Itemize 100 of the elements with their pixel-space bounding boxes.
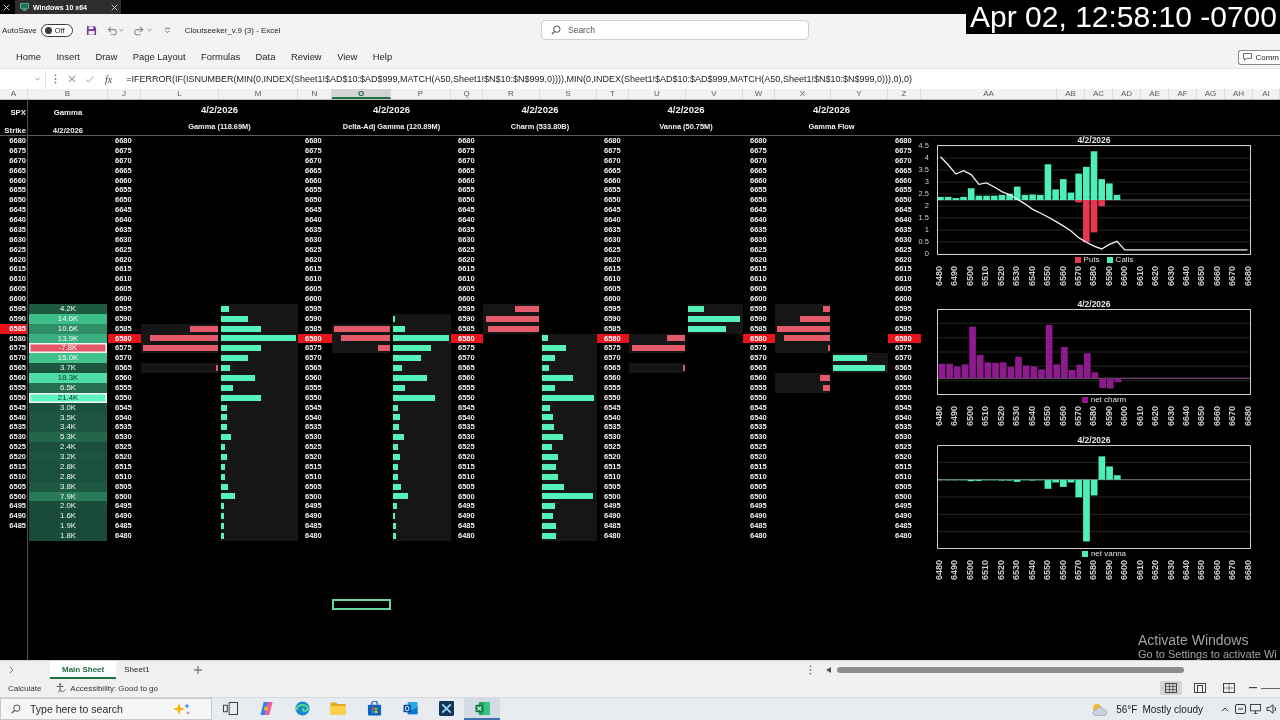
- view-button[interactable]: [1160, 681, 1182, 695]
- ribbon-tab[interactable]: Page Layout: [132, 49, 186, 65]
- triangle-left-icon[interactable]: [826, 667, 831, 673]
- speaker-icon[interactable]: [1266, 704, 1278, 714]
- axis-label: 6580: [1089, 406, 1099, 427]
- bar: [1029, 194, 1036, 200]
- column-header[interactable]: R: [483, 89, 540, 99]
- axis-label: 6630: [1166, 266, 1176, 287]
- axis-label: 6500: [965, 560, 975, 581]
- axis-label: 6520: [996, 266, 1006, 287]
- axis-label: 6570: [1073, 266, 1083, 287]
- axis-label: 6660: [1212, 266, 1222, 287]
- column-header[interactable]: L: [141, 89, 219, 99]
- search-field[interactable]: Type here to search: [0, 698, 212, 720]
- cross-icon[interactable]: [68, 75, 76, 83]
- column-header[interactable]: AA: [921, 89, 1057, 99]
- monitor-icon[interactable]: [1250, 704, 1261, 714]
- window-icon[interactable]: [1235, 704, 1246, 714]
- axis-label: 6670: [1228, 560, 1238, 581]
- close-icon[interactable]: [111, 3, 118, 11]
- axis-label: 6600: [1120, 266, 1130, 287]
- scrollbar-thumb[interactable]: [837, 667, 1184, 673]
- sheet-tab[interactable]: Main Sheet: [50, 661, 117, 679]
- axis-label: 6530: [1012, 560, 1022, 581]
- axis-label: 6650: [1197, 266, 1207, 287]
- axis-label: 6590: [1104, 406, 1114, 427]
- bar: [1083, 200, 1090, 243]
- menu-caret-icon[interactable]: [163, 26, 171, 34]
- column-header[interactable]: AI: [1253, 89, 1280, 99]
- function-button[interactable]: fx: [105, 73, 113, 85]
- plus-icon[interactable]: [193, 666, 202, 674]
- sheet-tab[interactable]: Sheet1: [116, 661, 158, 679]
- axis-label: 6590: [1104, 266, 1114, 287]
- ribbon-tab[interactable]: Help: [372, 49, 393, 65]
- formula-field[interactable]: =IFERROR(IF(ISNUMBER(MIN(0,INDEX(Sheet1!$AD$10:$AD$999,MATCH(A50,Sheet1!$N$10:$N$999,0)))),MIN(0,INDEX(Sheet1!$AD$10:$AD$999,MATCH(A50,Sheet1!$N$10:$N$999,0))),0),0): [126, 74, 912, 84]
- column-header[interactable]: AB: [1057, 89, 1085, 99]
- axis-label: 6620: [1151, 406, 1161, 427]
- axis-label: 6610: [1135, 266, 1145, 287]
- save-icon[interactable]: [85, 24, 97, 36]
- column-header[interactable]: M: [219, 89, 298, 99]
- axis-label: 6560: [1058, 406, 1068, 427]
- ribbon-tab[interactable]: Home: [16, 49, 41, 65]
- column-header[interactable]: V: [686, 89, 743, 99]
- column-header[interactable]: J: [108, 89, 141, 99]
- chevron-right-icon[interactable]: [9, 666, 14, 674]
- minus-icon[interactable]: [1249, 687, 1257, 689]
- close-icon[interactable]: [3, 3, 10, 11]
- ribbon-tab[interactable]: Data: [255, 49, 276, 65]
- column-header[interactable]: O: [332, 89, 391, 99]
- ribbon-tab[interactable]: Formulas: [201, 49, 241, 65]
- column-header[interactable]: U: [629, 89, 686, 99]
- grid-icon: [1165, 683, 1177, 693]
- ribbon-tab[interactable]: Draw: [95, 49, 118, 65]
- column-header[interactable]: AG: [1197, 89, 1225, 99]
- column-header[interactable]: AD: [1113, 89, 1141, 99]
- spreadsheet-icon: [474, 700, 490, 716]
- column-header[interactable]: AF: [1169, 89, 1197, 99]
- column-header[interactable]: B: [28, 89, 108, 99]
- redo-icon[interactable]: [133, 24, 145, 36]
- vertical-dots-icon[interactable]: [54, 74, 57, 84]
- sparkle-icon: [172, 702, 192, 716]
- ribbon-tab[interactable]: View: [337, 49, 358, 65]
- column-header[interactable]: P: [391, 89, 451, 99]
- column-header[interactable]: AC: [1085, 89, 1113, 99]
- axis-label: 6620: [1151, 266, 1161, 287]
- axis-label: 6520: [996, 406, 1006, 427]
- axis-label: 6480: [935, 406, 944, 427]
- autosave-label: AutoSave: [2, 25, 37, 35]
- undo-icon[interactable]: [105, 24, 117, 36]
- bar: [1075, 173, 1082, 200]
- column-header[interactable]: X: [775, 89, 831, 99]
- column-header[interactable]: W: [743, 89, 775, 99]
- axis-label: 6640: [1182, 560, 1191, 581]
- legend-label: Calls: [1115, 256, 1134, 264]
- column-header[interactable]: S: [540, 89, 597, 99]
- axis-label: 6540: [1027, 406, 1037, 427]
- check-icon[interactable]: [85, 75, 94, 83]
- column-header[interactable]: A: [0, 89, 28, 99]
- comments-button[interactable]: Comm: [1238, 49, 1280, 65]
- axis-label: 6490: [950, 560, 960, 581]
- column-header[interactable]: AH: [1225, 89, 1253, 99]
- accessibility-status[interactable]: Accessibility: Good to go: [70, 683, 158, 693]
- bar: [998, 194, 1006, 200]
- bar: [1098, 179, 1105, 200]
- ribbon-tab[interactable]: Review: [290, 49, 322, 65]
- chevron-up-icon[interactable]: [1221, 706, 1229, 712]
- wave-circle-icon: [294, 700, 310, 716]
- weather-condition[interactable]: Mostly cloudy: [1142, 703, 1203, 715]
- column-header[interactable]: T: [597, 89, 629, 99]
- ribbon-tab[interactable]: Insert: [56, 49, 80, 65]
- weather-temperature[interactable]: 56°F: [1116, 703, 1138, 715]
- column-header[interactable]: AE: [1141, 89, 1169, 99]
- axis-label: 6580: [1089, 560, 1099, 581]
- axis-label: 6640: [1182, 266, 1191, 287]
- vertical-dots-icon[interactable]: [809, 665, 812, 675]
- column-header[interactable]: Z: [888, 89, 921, 99]
- column-header[interactable]: Y: [831, 89, 888, 99]
- bar: [1090, 200, 1098, 233]
- column-header[interactable]: Q: [451, 89, 483, 99]
- search-field[interactable]: Search: [541, 20, 809, 40]
